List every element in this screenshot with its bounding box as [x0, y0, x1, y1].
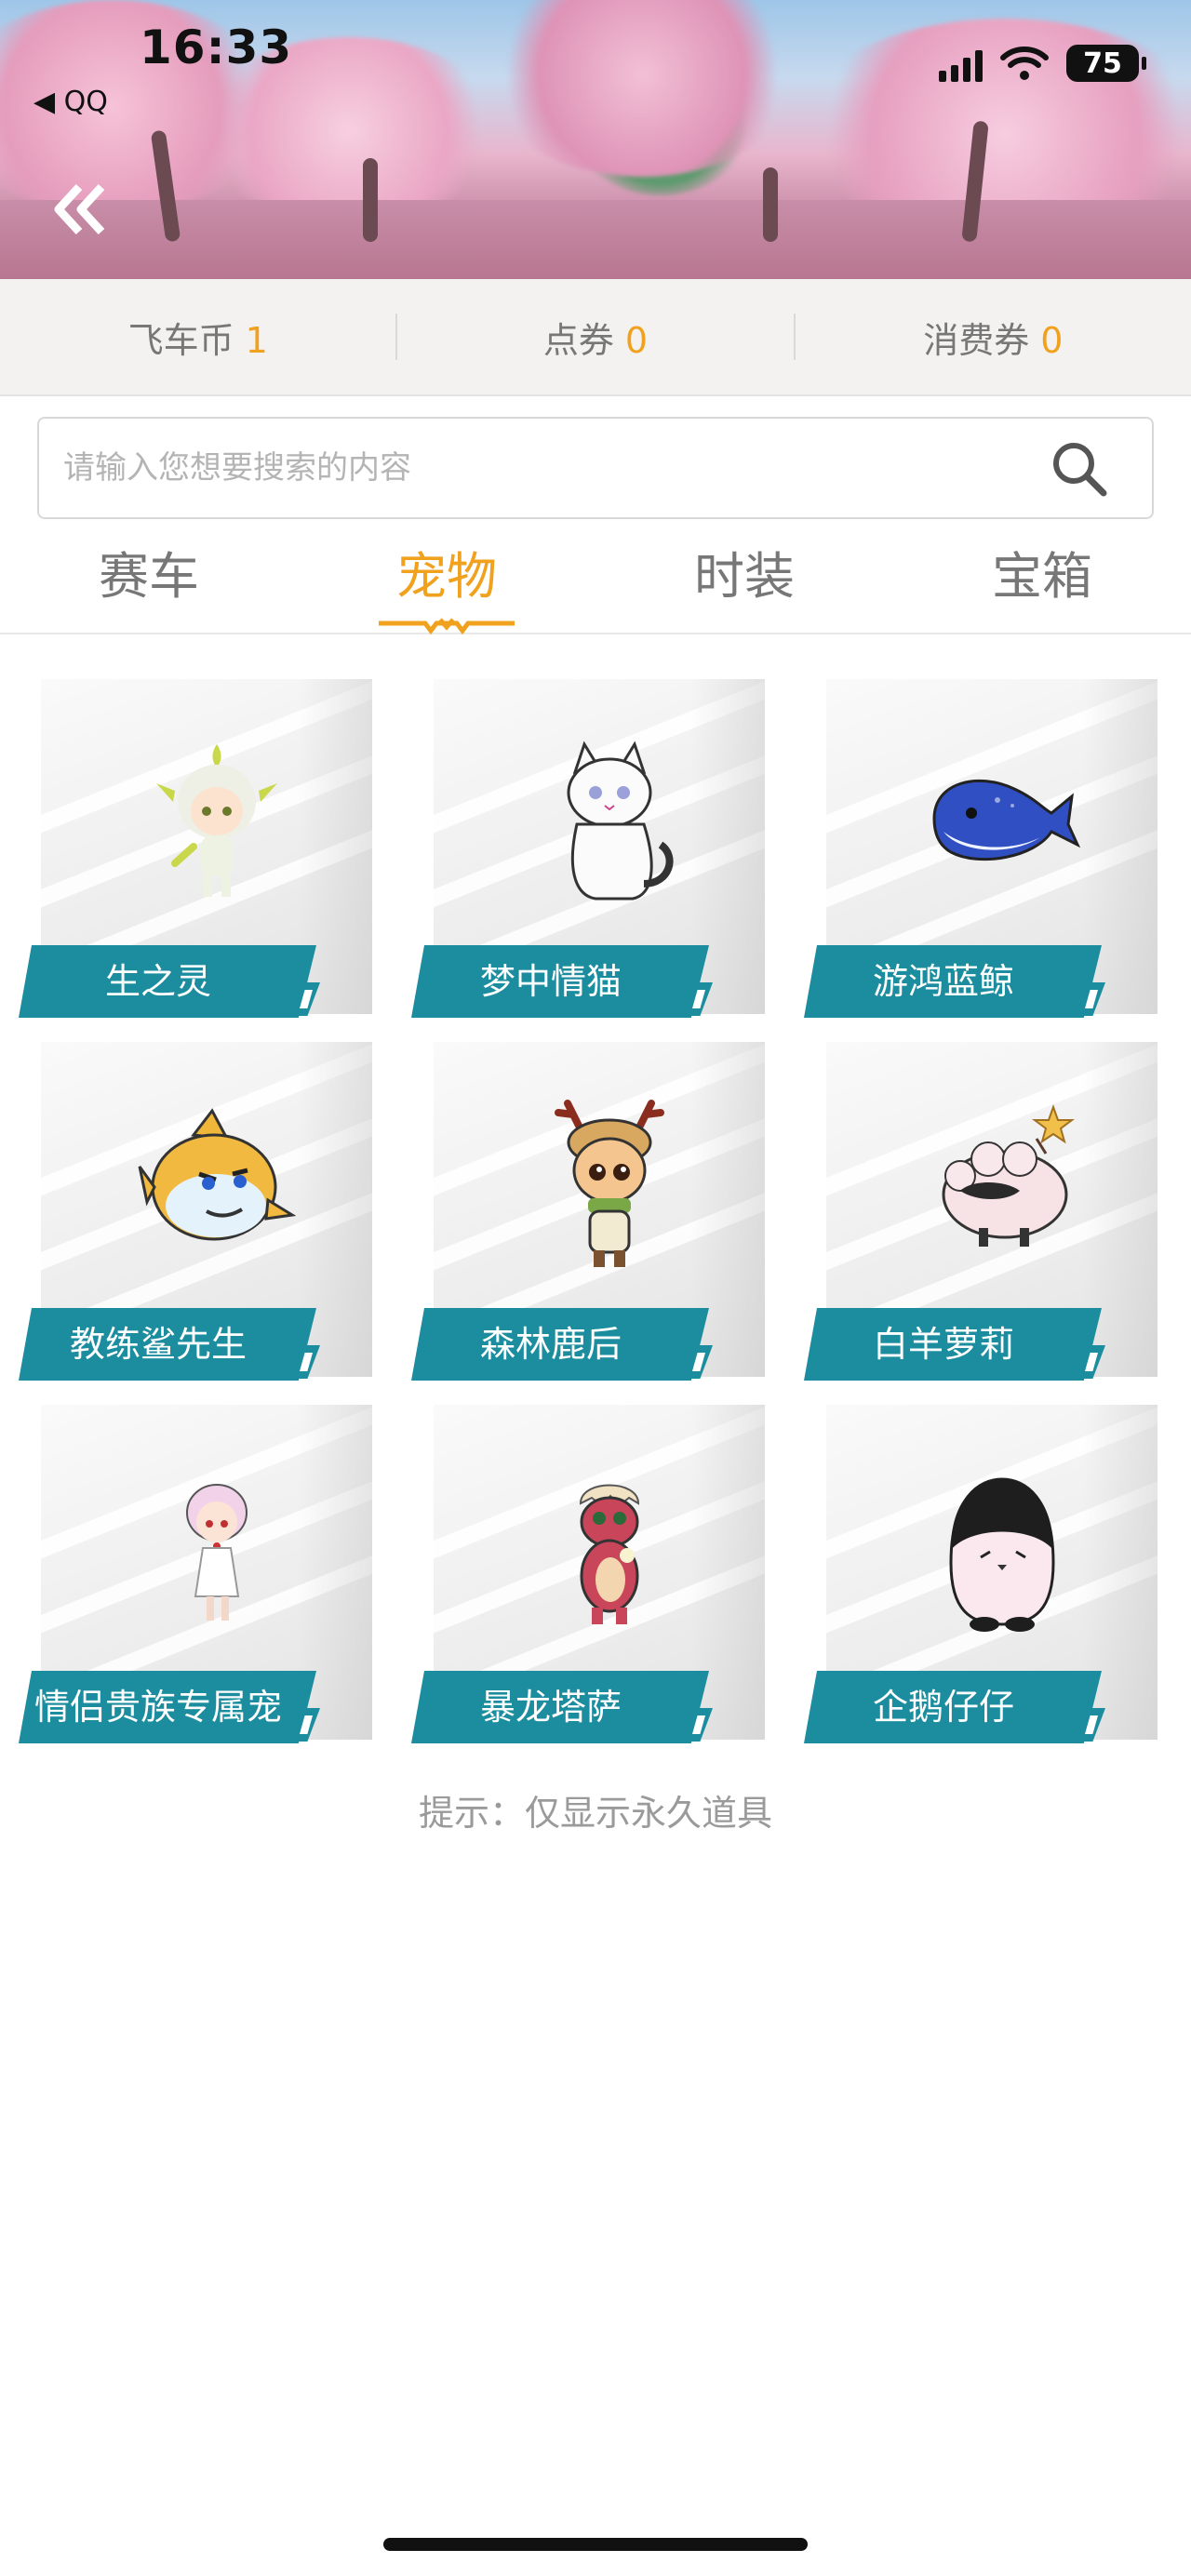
pet-card[interactable]: 企鹅仔仔: [804, 1405, 1172, 1743]
tab-label: 宠物: [396, 547, 497, 606]
battery-icon: 75: [1066, 45, 1146, 82]
tab-fashion[interactable]: 时装: [596, 530, 893, 633]
currency-label: 飞车币: [127, 319, 234, 361]
pet-card[interactable]: 梦中情猫: [411, 679, 780, 1018]
deer-girl-icon: [555, 1100, 664, 1267]
signal-icon: [939, 45, 983, 82]
currency-bar: 飞车币 1 点券 0 消费券 0: [0, 279, 1191, 396]
pet-name: 梦中情猫: [479, 961, 622, 1002]
category-tabs: 赛车 宠物 时装 宝箱: [0, 530, 1191, 634]
active-tab-indicator: [379, 618, 515, 634]
penguin-icon: [949, 1477, 1055, 1632]
pet-card[interactable]: 白羊萝莉: [804, 1042, 1172, 1381]
pet-name: 企鹅仔仔: [872, 1687, 1014, 1728]
pet-name: 教练鲨先生: [69, 1324, 247, 1365]
search-box: [37, 417, 1154, 519]
back-button[interactable]: [48, 177, 114, 242]
back-to-qq-link[interactable]: ◀ QQ: [33, 86, 108, 118]
pet-grid: 生之灵 梦中情猫 游鸿蓝鲸 教练鲨先生 森林鹿后 白羊萝莉 情侣贵族专属宠 暴龙…: [19, 679, 1172, 1743]
tab-treasure-box[interactable]: 宝箱: [893, 530, 1191, 633]
dinosaur-icon: [579, 1484, 640, 1624]
wifi-icon: [1000, 47, 1049, 80]
tab-racing-car[interactable]: 赛车: [0, 530, 298, 633]
currency-label: 点券: [542, 319, 614, 361]
pet-card[interactable]: 生之灵: [19, 679, 387, 1018]
header-banner: 16:33 ◀ QQ 75: [0, 0, 1191, 279]
couple-pet-icon: [186, 1484, 248, 1621]
blue-whale-icon: [932, 779, 1081, 861]
status-time: 16:33: [140, 20, 293, 74]
currency-voucher: 点券 0: [397, 312, 793, 363]
tab-label: 赛车: [99, 547, 199, 606]
tab-pets[interactable]: 宠物: [298, 530, 596, 634]
pet-card[interactable]: 森林鹿后: [411, 1042, 780, 1381]
white-cat-icon: [567, 741, 674, 901]
pet-name: 白羊萝莉: [872, 1324, 1014, 1365]
status-icons: 75: [939, 45, 1146, 82]
currency-value: 0: [624, 319, 649, 361]
pet-name: 生之灵: [104, 961, 211, 1002]
pet-name: 暴龙塔萨: [479, 1687, 622, 1728]
sheep-icon: [942, 1104, 1075, 1247]
shark-icon: [138, 1108, 296, 1241]
pet-card[interactable]: 教练鲨先生: [19, 1042, 387, 1381]
search-icon[interactable]: [1050, 439, 1109, 499]
currency-value: 0: [1040, 319, 1064, 361]
pet-card[interactable]: 游鸿蓝鲸: [804, 679, 1172, 1018]
currency-feiche-coin: 飞车币 1: [0, 312, 395, 363]
hint-text: 提示：仅显示永久道具: [418, 1793, 772, 1834]
home-indicator[interactable]: [383, 2538, 808, 2551]
tab-label: 宝箱: [992, 547, 1092, 606]
currency-value: 1: [245, 319, 268, 361]
double-chevron-left-icon: [54, 183, 105, 235]
pet-name: 游鸿蓝鲸: [872, 961, 1014, 1002]
currency-label: 消费券: [923, 319, 1030, 361]
tab-label: 时装: [694, 547, 795, 606]
search-input[interactable]: [61, 437, 996, 499]
currency-consumption-voucher: 消费券 0: [796, 312, 1191, 363]
sprite-spirit-icon: [156, 744, 277, 897]
pet-card[interactable]: 暴龙塔萨: [411, 1405, 780, 1743]
pet-name: 情侣贵族专属宠: [33, 1687, 282, 1728]
pet-name: 森林鹿后: [479, 1324, 622, 1365]
pet-card[interactable]: 情侣贵族专属宠: [19, 1405, 387, 1743]
